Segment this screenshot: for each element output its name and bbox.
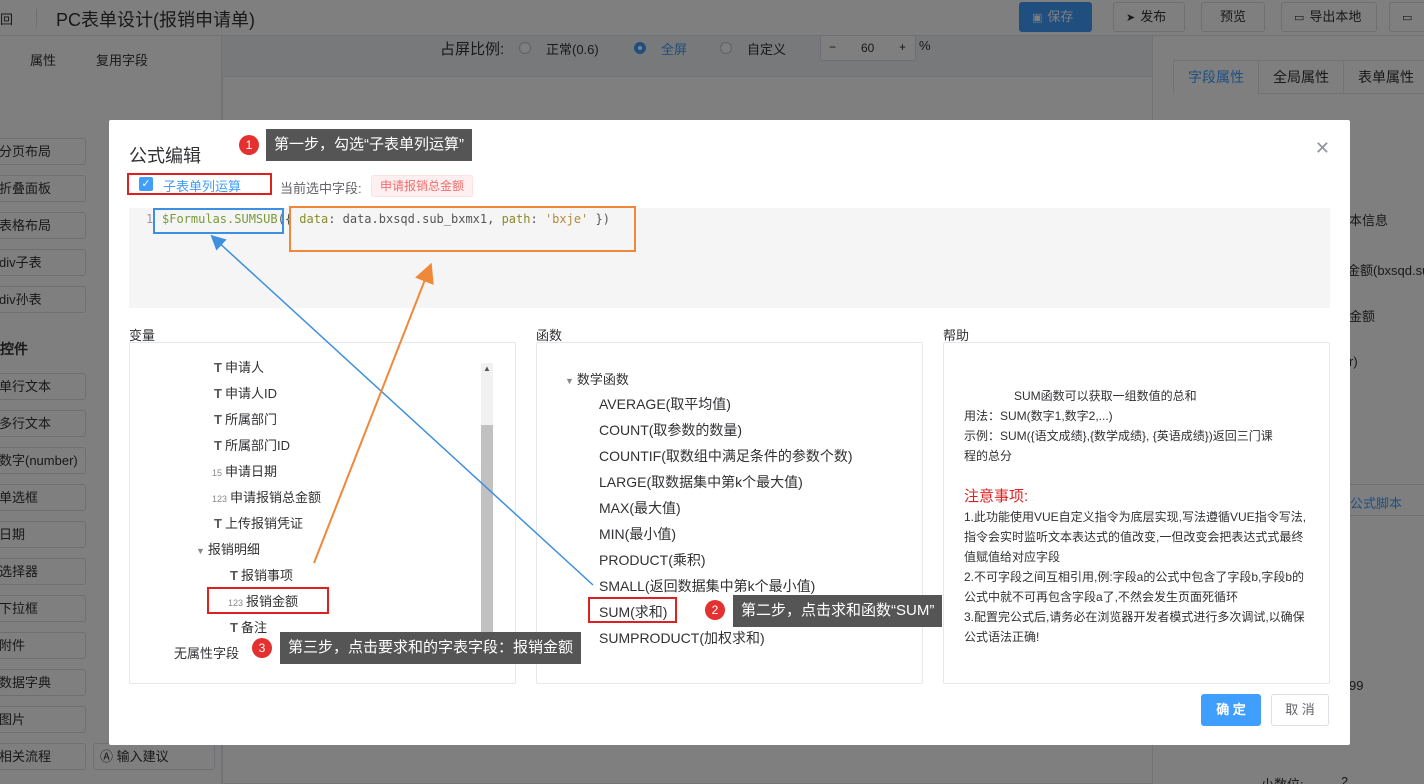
annotation-arrows [210, 234, 594, 586]
step3-callout: 第三步，点击要求和的字表字段：报销金额 [280, 632, 582, 664]
arrow-sum-to-function [210, 234, 594, 586]
step2-callout: 第二步，点击求和函数“SUM” [733, 595, 943, 627]
step-badge: 2 [705, 600, 725, 620]
step-badge: 1 [239, 135, 259, 155]
step-badge: 3 [252, 638, 272, 658]
step1-callout: 第一步，勾选“子表单列运算” [266, 129, 472, 161]
